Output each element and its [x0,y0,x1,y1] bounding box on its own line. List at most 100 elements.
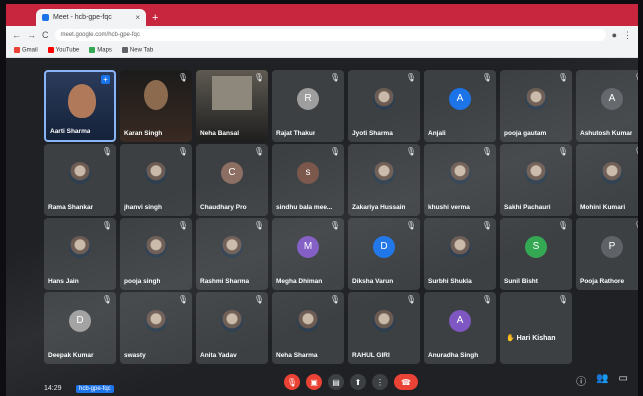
back-icon[interactable]: ← [12,30,21,40]
avatar: P [601,235,623,258]
participant-name: Surbhi Shukla [428,278,472,285]
people-icon[interactable]: 👥 [596,373,608,388]
mic-muted-icon: 🎙 [405,147,416,156]
participant-tile[interactable]: 🎙 Neha Bansal [196,70,268,142]
raised-hand-label: ✋ Hari Kishan [506,335,556,342]
participant-tile[interactable]: S 🎙 Sunil Bisht [500,218,572,290]
chat-icon[interactable]: ▭ [619,373,628,388]
avatar [373,309,395,332]
avatar [145,235,167,258]
bookmark-gmail[interactable]: Gmail [14,47,38,54]
participant-name: Megha Dhiman [276,278,323,285]
participant-name: Hans Jain [48,278,79,285]
meeting-toolbar: 14:29 hcb-gpe-fqc 🎙 ▣ ▤ ⬆ ⋮ ☎ ⓘ 👥 ▭ [6,366,638,396]
participant-name: Sakhi Pachauri [504,204,551,211]
participant-tile[interactable]: 🎙 Jyoti Sharma [348,70,420,142]
mic-muted-icon: 🎙 [329,295,340,304]
participant-tile[interactable]: 🎙 Neha Sharma [272,292,344,364]
participant-tile[interactable]: D 🎙 Deepak Kumar [44,292,116,364]
newtab-icon [121,47,128,54]
mic-off-icon[interactable]: 🎙 [284,374,300,390]
participant-tile[interactable]: A 🎙 Anuradha Singh [424,292,496,364]
participant-tile[interactable]: 🎙 swasty [120,292,192,364]
youtube-icon [47,47,54,54]
participant-tile[interactable]: 🎙 Karan Singh [120,70,192,142]
browser-tab[interactable]: Meet - hcb-gpe-fqc × [36,9,146,26]
present-icon[interactable]: ⬆ [350,374,366,390]
avatar: R [297,87,319,110]
participant-tile[interactable]: 🎙 Sakhi Pachauri [500,144,572,216]
participant-tile[interactable]: P 🎙 Pooja Rathore [576,218,638,290]
participant-tile[interactable]: + Aarti Sharma [44,70,116,142]
meet-favicon-icon [42,14,49,21]
participant-name: Sunil Bisht [504,278,538,285]
avatar [221,309,243,332]
participant-tile[interactable]: D 🎙 Diksha Varun [348,218,420,290]
camera-off-icon[interactable]: ▣ [306,374,322,390]
participant-tile[interactable]: 🎙 jhanvi singh [120,144,192,216]
avatar [525,87,547,110]
avatar [449,161,471,184]
captions-icon[interactable]: ▤ [328,374,344,390]
participant-tile[interactable]: 🎙 Hans Jain [44,218,116,290]
participant-name: pooja singh [124,278,161,285]
more-options-icon[interactable]: ⋮ [372,374,388,390]
participant-name: Rama Shankar [48,204,94,211]
video-feed [68,84,96,118]
address-input[interactable]: meet.google.com/hcb-gpe-fqc [54,29,606,41]
participant-tile[interactable]: 🎙 khushi verma [424,144,496,216]
bookmark-newtab[interactable]: New Tab [121,47,153,54]
participant-tile[interactable]: 🎙 Surbhi Shukla [424,218,496,290]
mic-muted-icon: 🎙 [253,73,264,82]
avatar [373,87,395,110]
profile-icon[interactable]: ● [612,30,617,40]
participant-tile[interactable]: 🎙 Zakariya Hussain [348,144,420,216]
mic-muted-icon: 🎙 [101,295,112,304]
pin-icon[interactable]: + [101,75,110,84]
avatar [601,161,623,184]
mic-muted-icon: 🎙 [405,73,416,82]
participant-tile[interactable]: s 🎙 sindhu bala mee... [272,144,344,216]
avatar: A [601,87,623,110]
forward-icon[interactable]: → [27,30,36,40]
participant-grid: + Aarti Sharma 🎙 Karan Singh 🎙 Neha Bansal R 🎙 R… [44,70,638,364]
meeting-clock: 14:29 [44,385,62,392]
mic-muted-icon: 🎙 [481,221,492,230]
participant-name: Ashutosh Kumar [580,130,633,137]
participant-tile[interactable]: M 🎙 Megha Dhiman [272,218,344,290]
participant-tile[interactable]: ✋ Hari Kishan 🎙 [500,292,572,364]
avatar: S [525,235,547,258]
end-call-icon[interactable]: ☎ [394,374,418,390]
participant-name: Deepak Kumar [48,352,94,359]
new-tab-icon[interactable]: + [152,12,158,24]
participant-tile[interactable]: 🎙 Rashmi Sharma [196,218,268,290]
avatar: C [221,161,243,184]
mic-muted-icon: 🎙 [557,221,568,230]
participant-tile[interactable]: 🎙 RAHUL GIRI [348,292,420,364]
menu-icon[interactable]: ⋮ [623,30,632,41]
mic-muted-icon: 🎙 [177,147,188,156]
mic-muted-icon: 🎙 [101,221,112,230]
reload-icon[interactable]: C [42,30,49,40]
participant-tile[interactable]: 🎙 pooja singh [120,218,192,290]
participant-tile[interactable]: A 🎙 Anjali [424,70,496,142]
participant-tile[interactable]: 🎙 Rama Shankar [44,144,116,216]
participant-tile[interactable]: R 🎙 Rajat Thakur [272,70,344,142]
mic-muted-icon: 🎙 [177,221,188,230]
participant-tile[interactable]: 🎙 Anita Yadav [196,292,268,364]
gmail-icon [14,47,20,54]
participant-tile[interactable]: 🎙 Mohini Kumari [576,144,638,216]
mic-muted-icon: 🎙 [177,295,188,304]
participant-tile[interactable]: A 🎙 Ashutosh Kumar [576,70,638,142]
participant-tile[interactable]: C 🎙 Chaudhary Pro [196,144,268,216]
tab-bar: Meet - hcb-gpe-fqc × + [6,4,638,26]
meeting-code: hcb-gpe-fqc [76,385,114,393]
info-icon[interactable]: ⓘ [576,373,586,388]
bookmark-maps[interactable]: Maps [89,47,112,54]
participant-tile[interactable]: 🎙 pooja gautam [500,70,572,142]
close-tab-icon[interactable]: × [135,13,140,22]
mic-muted-icon: 🎙 [481,147,492,156]
bookmark-youtube[interactable]: YouTube [47,47,79,54]
avatar: M [297,235,319,258]
avatar [221,235,243,258]
